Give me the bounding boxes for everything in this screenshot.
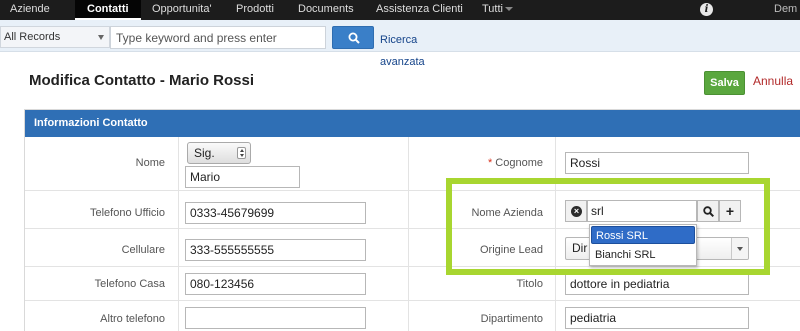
telefono-ufficio-label: Telefono Ufficio — [89, 207, 165, 219]
dipartimento-field[interactable] — [565, 307, 749, 329]
page-title: Modifica Contatto - Mario Rossi — [29, 72, 254, 89]
cognome-field[interactable] — [565, 152, 749, 174]
chevron-down-icon — [98, 35, 104, 40]
stepper-icon — [237, 147, 246, 159]
save-button[interactable]: Salva — [704, 71, 745, 95]
nav-item-contatti[interactable]: Contatti — [75, 0, 141, 20]
nav-item-tutti[interactable]: Tutti — [482, 0, 513, 20]
nav-item-aziende[interactable]: Aziende — [10, 0, 50, 20]
chevron-down-icon — [505, 7, 513, 12]
nav-item-opportunita[interactable]: Opportunita' — [152, 0, 212, 20]
cognome-label: * Cognome — [450, 157, 543, 169]
highlight-box — [446, 178, 770, 275]
nav-item-tutti-label: Tutti — [482, 3, 503, 15]
cancel-link[interactable]: Annulla — [753, 74, 793, 88]
nav-item-assistenza-clienti[interactable]: Assistenza Clienti — [376, 0, 463, 20]
search-icon — [348, 32, 360, 44]
cellulare-field[interactable] — [185, 239, 366, 261]
nome-label: Nome — [135, 157, 165, 169]
titolo-field[interactable] — [565, 273, 749, 295]
advanced-search-link[interactable]: Ricerca avanzata — [380, 29, 440, 73]
cognome-label-text: Cognome — [495, 157, 543, 169]
search-input[interactable] — [110, 26, 326, 49]
telefono-casa-field[interactable] — [185, 273, 366, 295]
column-divider — [178, 137, 179, 331]
nav-item-documents[interactable]: Documents — [298, 0, 354, 20]
dipartimento-label: Dipartimento — [480, 313, 543, 325]
telefono-ufficio-field[interactable] — [185, 202, 366, 224]
altro-telefono-field[interactable] — [185, 307, 366, 329]
row-divider — [25, 300, 800, 301]
top-navigation: Aziende Contatti Opportunita' Prodotti D… — [0, 0, 800, 20]
titolo-label: Titolo — [516, 278, 544, 290]
records-filter-value: All Records — [4, 31, 61, 43]
nome-field[interactable] — [185, 166, 300, 188]
column-divider — [408, 137, 409, 331]
user-menu[interactable]: Dem — [774, 0, 797, 20]
cellulare-label: Cellulare — [121, 244, 165, 256]
salutation-select[interactable]: Sig. — [187, 142, 251, 164]
nav-item-prodotti[interactable]: Prodotti — [236, 0, 274, 20]
altro-telefono-label: Altro telefono — [100, 313, 165, 325]
info-icon[interactable]: i — [700, 3, 713, 16]
salutation-value: Sig. — [194, 146, 215, 160]
required-marker: * — [488, 157, 493, 169]
telefono-casa-label: Telefono Casa — [94, 278, 165, 290]
search-button[interactable] — [332, 26, 374, 49]
records-filter-select[interactable]: All Records — [0, 26, 110, 48]
block-header: Informazioni Contatto — [25, 110, 800, 137]
